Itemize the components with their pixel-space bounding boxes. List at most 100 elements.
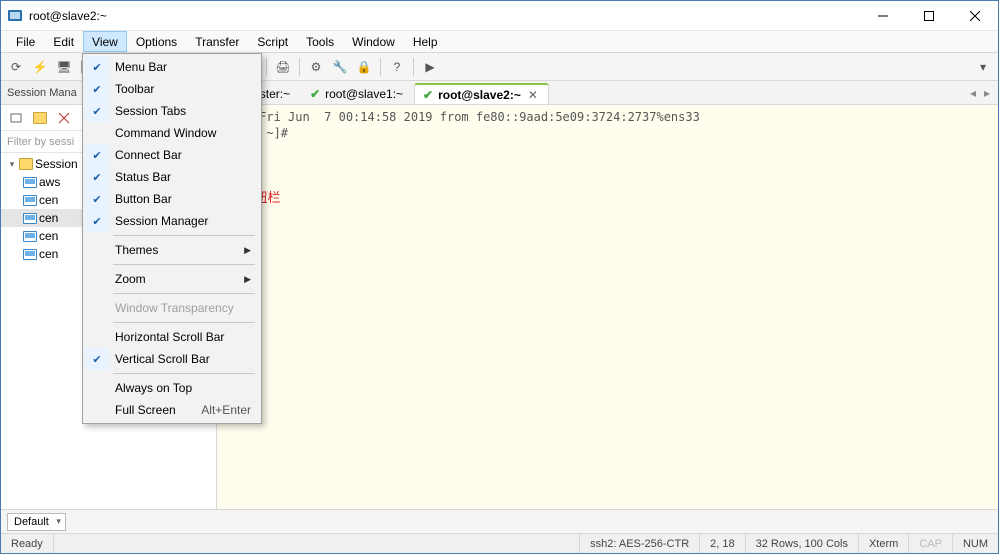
status-num: NUM — [953, 534, 998, 553]
session-manager-title: Session Mana — [7, 87, 77, 99]
close-button[interactable] — [952, 1, 998, 30]
menubar: FileEditViewOptionsTransferScriptToolsWi… — [1, 31, 998, 53]
menu-item-label: Session Tabs — [109, 104, 259, 118]
session-tab[interactable]: ✔ root@slave2:~ ✕ — [414, 83, 549, 104]
check-icon: ✔ — [85, 348, 109, 370]
submenu-arrow-icon: ▶ — [244, 274, 259, 285]
filter-placeholder: Filter by sessi — [7, 136, 74, 148]
menu-transfer[interactable]: Transfer — [186, 31, 248, 52]
tab-label: root@slave1:~ — [325, 87, 403, 101]
menu-item-always-on-top[interactable]: ✔Always on Top — [85, 377, 259, 399]
menu-item-session-manager[interactable]: ✔Session Manager — [85, 210, 259, 232]
maximize-button[interactable] — [906, 1, 952, 30]
host-icon — [23, 177, 37, 188]
menu-tools[interactable]: Tools — [297, 31, 343, 52]
menu-item-label: Connect Bar — [109, 148, 259, 162]
twisty-icon[interactable]: ▾ — [7, 159, 17, 170]
menu-script[interactable]: Script — [248, 31, 297, 52]
menu-item-full-screen[interactable]: ✔Full ScreenAlt+Enter — [85, 399, 259, 421]
tab-label: root@slave2:~ — [438, 88, 521, 102]
connect-icon[interactable]: 🖥 — [53, 56, 75, 78]
tab-status-icon: ✔ — [310, 87, 320, 101]
tab-prev-icon[interactable]: ◂ — [970, 86, 976, 100]
menu-item-window-transparency: ✔Window Transparency — [85, 297, 259, 319]
host-icon — [23, 213, 37, 224]
menu-item-command-window[interactable]: ✔Command Window — [85, 122, 259, 144]
menu-separator — [85, 370, 259, 377]
menu-item-label: Vertical Scroll Bar — [109, 352, 259, 366]
lock-icon[interactable]: 🔒 — [353, 56, 375, 78]
menu-item-vertical-scroll-bar[interactable]: ✔Vertical Scroll Bar — [85, 348, 259, 370]
menu-item-label: Horizontal Scroll Bar — [109, 330, 259, 344]
menu-separator — [85, 319, 259, 326]
toolbar-separator — [299, 58, 300, 76]
session-tab[interactable]: ✔ root@slave1:~ — [301, 83, 414, 104]
terminal-line: gin: Fri Jun 7 00:14:58 2019 from fe80::… — [223, 110, 700, 124]
status-dimensions: 32 Rows, 100 Cols — [746, 534, 859, 553]
check-icon: ✔ — [85, 377, 109, 399]
app-icon — [7, 8, 23, 24]
menu-item-button-bar[interactable]: ✔Button Bar — [85, 188, 259, 210]
menu-item-toolbar[interactable]: ✔Toolbar — [85, 78, 259, 100]
menu-item-label: Themes — [109, 243, 244, 257]
menu-item-zoom[interactable]: ✔Zoom▶ — [85, 268, 259, 290]
menu-window[interactable]: Window — [343, 31, 404, 52]
status-connection: ssh2: AES-256-CTR — [580, 534, 700, 553]
check-icon: ✔ — [85, 166, 109, 188]
menu-item-menu-bar[interactable]: ✔Menu Bar — [85, 56, 259, 78]
menu-item-connect-bar[interactable]: ✔Connect Bar — [85, 144, 259, 166]
tab-next-icon[interactable]: ▸ — [984, 86, 990, 100]
spanner-icon[interactable]: 🔧 — [329, 56, 351, 78]
toolbar-separator — [380, 58, 381, 76]
check-icon: ✔ — [85, 239, 109, 261]
submenu-arrow-icon: ▶ — [244, 245, 259, 256]
status-bar: Ready ssh2: AES-256-CTR 2, 18 32 Rows, 1… — [1, 533, 998, 553]
sm-new-icon[interactable] — [5, 107, 27, 129]
menu-edit[interactable]: Edit — [44, 31, 83, 52]
reconnect-icon[interactable]: ⟳ — [5, 56, 27, 78]
check-icon: ✔ — [85, 297, 109, 319]
menu-item-label: Toolbar — [109, 82, 259, 96]
tabs-nav: ◂ ▸ — [962, 81, 998, 104]
menu-item-label: Full Screen — [109, 403, 201, 417]
host-icon — [23, 249, 37, 260]
sm-folder-icon[interactable] — [29, 107, 51, 129]
menu-file[interactable]: File — [7, 31, 44, 52]
toolbar-overflow-icon[interactable]: ▾ — [972, 56, 994, 78]
menu-separator — [85, 232, 259, 239]
profile-select[interactable]: Default — [7, 513, 66, 531]
menu-item-session-tabs[interactable]: ✔Session Tabs — [85, 100, 259, 122]
status-ready: Ready — [1, 534, 54, 553]
folder-icon — [19, 158, 33, 170]
terminal[interactable]: gin: Fri Jun 7 00:14:58 2019 from fe80::… — [217, 105, 998, 509]
host-icon — [23, 231, 37, 242]
menu-options[interactable]: Options — [127, 31, 186, 52]
titlebar: root@slave2:~ — [1, 1, 998, 31]
print-icon[interactable]: 🖨 — [272, 56, 294, 78]
window-title: root@slave2:~ — [29, 9, 860, 23]
minimize-button[interactable] — [860, 1, 906, 30]
script-icon[interactable]: ▶ — [419, 56, 441, 78]
menu-item-label: Window Transparency — [109, 301, 259, 315]
menu-help[interactable]: Help — [404, 31, 447, 52]
check-icon: ✔ — [85, 56, 109, 78]
status-term-type: Xterm — [859, 534, 909, 553]
menu-item-status-bar[interactable]: ✔Status Bar — [85, 166, 259, 188]
check-icon: ✔ — [85, 399, 109, 421]
help-icon[interactable]: ? — [386, 56, 408, 78]
menu-item-horizontal-scroll-bar[interactable]: ✔Horizontal Scroll Bar — [85, 326, 259, 348]
quick-icon[interactable]: ⚡ — [29, 56, 51, 78]
menu-item-label: Zoom — [109, 272, 244, 286]
sm-delete-icon[interactable] — [53, 107, 75, 129]
tab-status-icon: ✔ — [423, 88, 433, 102]
menu-view[interactable]: View — [83, 31, 127, 52]
check-icon: ✔ — [85, 100, 109, 122]
view-menu-dropdown: ✔Menu Bar✔Toolbar✔Session Tabs✔Command W… — [82, 53, 262, 424]
menu-item-themes[interactable]: ✔Themes▶ — [85, 239, 259, 261]
gear-icon[interactable]: ⚙ — [305, 56, 327, 78]
status-caps: CAP — [909, 534, 953, 553]
tab-close-icon[interactable]: ✕ — [528, 88, 538, 102]
menu-separator — [85, 290, 259, 297]
check-icon: ✔ — [85, 326, 109, 348]
check-icon: ✔ — [85, 188, 109, 210]
